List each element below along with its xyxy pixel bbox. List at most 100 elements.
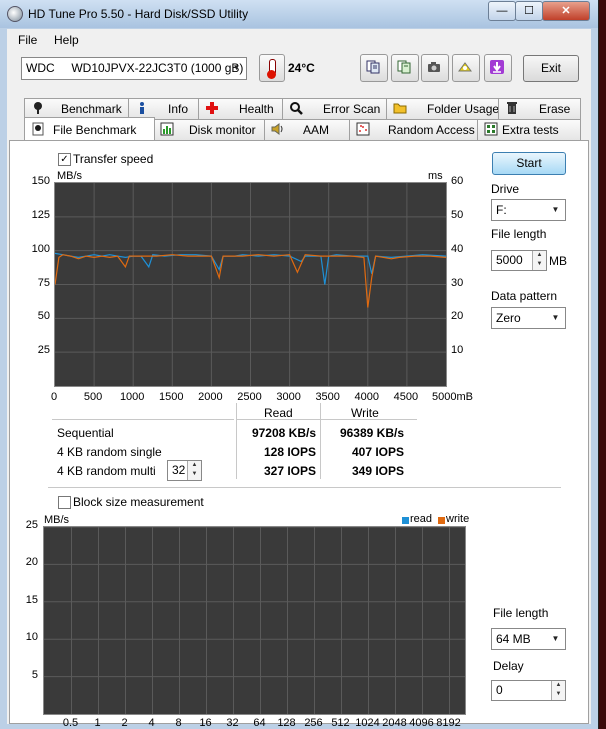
tab-benchmark[interactable]: Benchmark xyxy=(24,98,130,119)
copy-info-button[interactable] xyxy=(391,54,419,82)
tab-aam-label: AAM xyxy=(303,123,330,137)
x-tick: 1000 xyxy=(119,391,145,403)
erase-icon xyxy=(507,102,517,114)
block-x-tick: 1024 xyxy=(355,717,380,729)
title-bar[interactable]: HD Tune Pro 5.50 - Hard Disk/SSD Utility… xyxy=(0,0,598,28)
tab-disk-monitor-label: Disk monitor xyxy=(189,123,256,137)
y-unit-left: MB/s xyxy=(57,170,83,182)
x-tick: 1500 xyxy=(159,391,184,403)
thermometer-icon[interactable] xyxy=(259,54,285,82)
block-x-tick: 64 xyxy=(253,717,266,729)
minimize-button[interactable]: — xyxy=(488,1,516,21)
tab-folder-usage-label: Folder Usage xyxy=(427,102,500,116)
save-button[interactable] xyxy=(484,54,512,82)
start-button[interactable]: Start xyxy=(492,152,566,175)
copy-info-icon xyxy=(397,60,411,74)
tab-health[interactable]: Health xyxy=(198,98,284,119)
y-tick-right: 50 xyxy=(451,208,464,221)
tab-error-scan[interactable]: Error Scan xyxy=(282,98,388,119)
results-divider-left xyxy=(52,419,234,420)
tab-disk-monitor[interactable]: Disk monitor xyxy=(153,119,266,140)
x-tick: 2000 xyxy=(198,391,223,403)
screenshot-button[interactable] xyxy=(421,54,449,82)
file-length-spinner[interactable]: 5000 ▲ ▼ xyxy=(491,250,547,271)
chevron-down-icon: ▼ xyxy=(551,205,560,214)
block-x-tick: 128 xyxy=(277,717,296,729)
y-tick-left: 75 xyxy=(37,276,50,289)
spinner-arrows-icon[interactable]: ▲ ▼ xyxy=(551,681,565,700)
legend-write-swatch xyxy=(438,517,445,524)
tab-extra-tests[interactable]: Extra tests xyxy=(477,119,581,140)
drive-label: Drive xyxy=(491,182,520,196)
y-unit-right: ms xyxy=(428,170,443,182)
menu-bar: File Help xyxy=(7,29,591,51)
tab-random-access[interactable]: Random Access xyxy=(349,119,479,140)
client-area: File Help WDC WD10JPVX-22JC3T0 (1000 gB)… xyxy=(7,29,591,729)
y-tick-left: 50 xyxy=(37,310,50,323)
delay-label: Delay xyxy=(493,659,524,673)
file-length-label: File length xyxy=(491,227,547,241)
data-pattern-dropdown[interactable]: Zero ▼ xyxy=(491,307,566,329)
block-y-tick: 10 xyxy=(25,631,38,644)
random-single-write-value: 407 IOPS xyxy=(351,445,404,459)
aam-icon xyxy=(271,123,283,135)
random-multi-read-value: 327 IOPS xyxy=(263,464,316,478)
toolbar: WDC WD10JPVX-22JC3T0 (1000 gB) ▼ 24°C Ex… xyxy=(7,51,591,89)
temperature-readout: 24°C xyxy=(288,61,315,75)
options-button[interactable] xyxy=(452,54,480,82)
block-y-tick: 25 xyxy=(25,519,38,531)
delay-spinner[interactable]: 0 ▲ ▼ xyxy=(491,680,566,701)
y-tick-left: 150 xyxy=(31,175,50,187)
file-length-value: 5000 xyxy=(496,253,523,267)
block-x-tick: 16 xyxy=(199,717,212,729)
window-title: HD Tune Pro 5.50 - Hard Disk/SSD Utility xyxy=(28,7,249,21)
y-tick-right: 40 xyxy=(451,242,464,255)
tab-erase-label: Erase xyxy=(539,102,571,116)
y-tick-right: 60 xyxy=(451,175,464,187)
exit-button[interactable]: Exit xyxy=(523,55,579,82)
x-tick: 4500 xyxy=(393,391,419,403)
transfer-speed-plot xyxy=(54,183,447,386)
block-file-length-dropdown[interactable]: 64 MB ▼ xyxy=(491,628,566,650)
tab-aam[interactable]: AAM xyxy=(264,119,351,140)
sequential-write-value: 96389 KB/s xyxy=(339,426,404,440)
tab-info[interactable]: Info xyxy=(128,98,200,119)
row-random-single-label: 4 KB random single xyxy=(57,445,162,459)
maximize-button[interactable]: ☐ xyxy=(515,1,543,21)
tab-random-access-label: Random Access xyxy=(388,123,475,137)
queue-depth-spinner[interactable]: 32 ▲ ▼ xyxy=(167,460,202,481)
chevron-down-icon: ▼ xyxy=(551,634,560,643)
spinner-arrows-icon[interactable]: ▲ ▼ xyxy=(532,251,546,270)
disk-monitor-icon xyxy=(160,122,174,136)
tab-extra-tests-label: Extra tests xyxy=(502,123,559,137)
x-tick: 3500 xyxy=(315,391,340,403)
col-write-header: Write xyxy=(351,406,379,420)
x-tick: 0 xyxy=(50,391,58,403)
block-x-tick: 256 xyxy=(304,717,323,729)
spinner-arrows-icon[interactable]: ▲ ▼ xyxy=(187,461,201,480)
menu-help[interactable]: Help xyxy=(54,33,79,47)
drive-dropdown[interactable]: WDC WD10JPVX-22JC3T0 (1000 gB) ▼ xyxy=(21,57,247,80)
block-size-checkbox[interactable] xyxy=(58,496,71,509)
tab-erase[interactable]: Erase xyxy=(498,98,581,119)
drive-letter-value: F: xyxy=(496,203,507,217)
close-button[interactable]: ✕ xyxy=(542,1,590,21)
chevron-down-icon: ▼ xyxy=(551,313,560,322)
block-size-chart xyxy=(43,526,466,715)
transfer-speed-checkbox[interactable]: ✓ xyxy=(58,153,71,166)
legend-read-label: read xyxy=(410,513,433,525)
y-tick-left: 25 xyxy=(37,344,50,357)
tab-folder-usage[interactable]: Folder Usage xyxy=(386,98,500,119)
block-x-tick: 4096 xyxy=(409,717,434,729)
copy-text-button[interactable] xyxy=(360,54,388,82)
tab-file-benchmark[interactable]: File Benchmark xyxy=(24,117,155,140)
drive-letter-dropdown[interactable]: F: ▼ xyxy=(491,199,566,221)
benchmark-icon xyxy=(34,102,42,114)
y-tick-left: 100 xyxy=(31,242,50,255)
row-sequential-label: Sequential xyxy=(57,426,114,440)
menu-file[interactable]: File xyxy=(18,33,37,47)
error-scan-icon xyxy=(290,102,303,115)
block-x-tick: 2048 xyxy=(382,717,407,729)
block-file-length-value: 64 MB xyxy=(496,632,531,646)
y-tick-left: 125 xyxy=(31,208,50,221)
